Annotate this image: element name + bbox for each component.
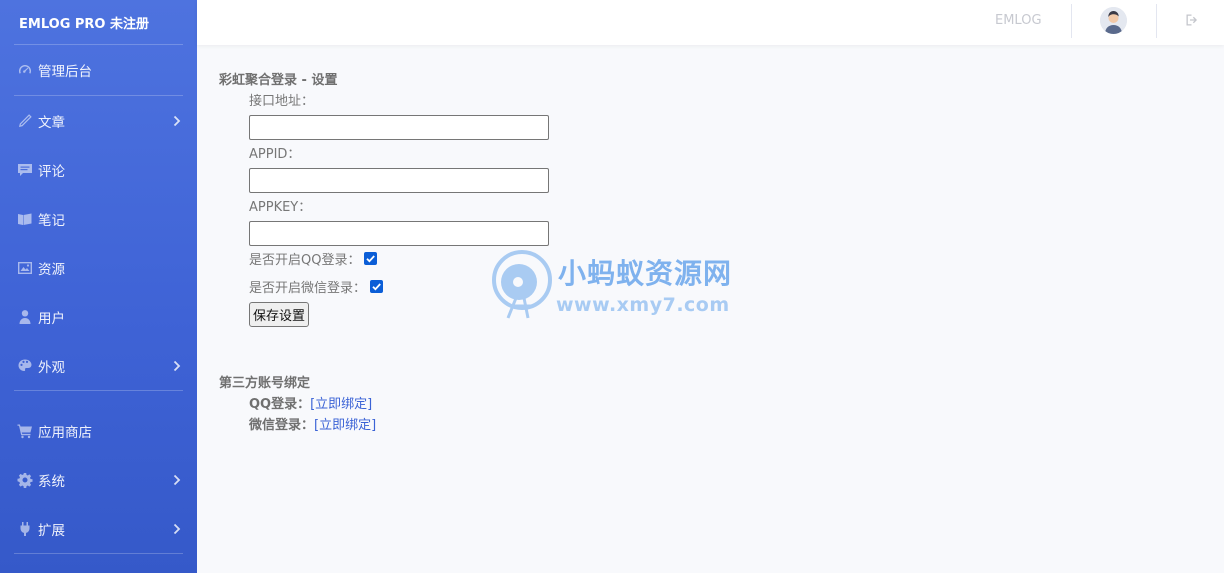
sidebar-item-notes[interactable]: 笔记 [0,194,197,243]
watermark-url: www.xmy7.com [556,294,730,316]
sidebar-item-appearance[interactable]: 外观 [0,341,197,390]
sidebar-item-articles[interactable]: 文章 [0,96,197,145]
wechat-login-toggle-label: 是否开启微信登录： [249,281,367,296]
sidebar-item-system[interactable]: 系统 [0,455,197,504]
qq-binding-label: QQ登录： [249,397,311,412]
sidebar-item-app-store[interactable]: 应用商店 [0,406,197,455]
sidebar-item-label: 文章 [38,114,65,131]
wechat-login-checkbox[interactable] [370,280,384,293]
sidebar-item-label: 扩展 [38,522,65,539]
sidebar-item-label: 用户 [38,310,65,327]
appid-label: APPID： [249,147,301,162]
sidebar-item-users[interactable]: 用户 [0,292,197,341]
user-avatar-icon[interactable] [1100,7,1127,34]
binding-title: 第三方账号绑定 [219,376,311,391]
sidebar-item-extensions[interactable]: 扩展 [0,504,197,553]
api-url-input[interactable] [249,115,549,140]
divider [1071,4,1072,38]
qq-login-toggle-row: 是否开启QQ登录： [249,249,378,268]
sidebar: EMLOG PRO 未注册 管理后台 文章 评论 笔记 资源 用户 外观 应用商… [0,0,197,573]
palette-icon [16,357,34,375]
chevron-right-icon [173,474,181,486]
note-icon [16,210,34,228]
settings-title: 彩虹聚合登录 - 设置 [219,73,338,88]
sidebar-item-label: 外观 [38,359,65,376]
chevron-right-icon [173,115,181,127]
api-url-label: 接口地址： [249,94,315,109]
divider [1156,4,1157,38]
brand-title[interactable]: EMLOG PRO 未注册 [0,0,197,44]
save-settings-button[interactable]: 保存设置 [249,302,310,327]
sidebar-item-label: 应用商店 [38,424,92,441]
topbar-brand-link[interactable]: EMLOG [995,13,1042,28]
comment-icon [16,161,34,179]
appid-input[interactable] [249,168,549,193]
main-content: 彩虹聚合登录 - 设置 接口地址： APPID： APPKEY： 是否开启QQ登… [197,45,1224,573]
chevron-right-icon [173,360,181,372]
chevron-right-icon [173,523,181,535]
watermark: 小蚂蚁资源网 www.xmy7.com [488,248,748,328]
pencil-icon [16,112,34,130]
divider [14,553,183,554]
appkey-label: APPKEY： [249,200,312,215]
wechat-binding-row: 微信登录：[立即绑定] [249,414,376,433]
qq-login-checkbox[interactable] [364,252,378,265]
wechat-bind-link[interactable]: [立即绑定] [314,418,376,433]
wechat-binding-label: 微信登录： [249,418,315,433]
sidebar-item-label: 资源 [38,261,65,278]
sidebar-item-label: 系统 [38,473,65,490]
watermark-text: 小蚂蚁资源网 [558,257,733,290]
sidebar-item-comments[interactable]: 评论 [0,145,197,194]
topbar: EMLOG [197,0,1224,45]
plug-icon [16,520,34,538]
ant-logo-icon [492,250,552,319]
sidebar-item-label: 笔记 [38,212,65,229]
sidebar-item-dashboard[interactable]: 管理后台 [0,45,197,95]
gear-icon [16,471,34,489]
dashboard-icon [16,61,34,79]
sidebar-item-label: 评论 [38,163,65,180]
sidebar-item-label: 管理后台 [38,64,92,80]
appkey-input[interactable] [249,221,549,246]
image-icon [16,259,34,277]
wechat-login-toggle-row: 是否开启微信登录： [249,277,384,296]
qq-bind-link[interactable]: [立即绑定] [310,397,372,412]
cart-icon [16,422,34,440]
sidebar-item-resources[interactable]: 资源 [0,243,197,292]
logout-icon[interactable] [1185,12,1199,26]
qq-binding-row: QQ登录：[立即绑定] [249,393,372,412]
user-icon [16,308,34,326]
qq-login-toggle-label: 是否开启QQ登录： [249,253,361,268]
